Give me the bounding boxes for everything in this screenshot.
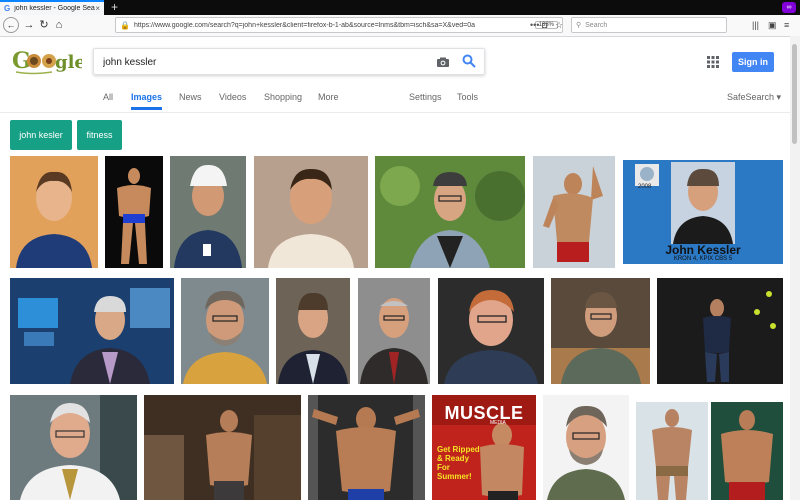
google-search-box: [93, 48, 485, 75]
address-bar[interactable]: 🔒 https://www.google.com/search?q=john+k…: [115, 17, 563, 33]
portrait-image: [10, 395, 137, 500]
google-favicon-icon: G: [4, 4, 11, 13]
portrait-image: [170, 156, 246, 268]
image-thumbnail[interactable]: [170, 156, 246, 268]
tab-close-icon[interactable]: ×: [95, 4, 100, 13]
portrait-image: [10, 156, 98, 268]
portrait-image: [543, 395, 629, 500]
new-tab-button[interactable]: +: [111, 0, 118, 15]
chevron-down-icon: ▾: [774, 92, 782, 102]
card-subtitle: KRON 4, KPIX CBS 5: [673, 256, 733, 262]
search-input[interactable]: [103, 53, 423, 71]
search-type-tabs: All Images News Videos Shopping More Set…: [0, 84, 800, 113]
back-arrow-icon[interactable]: ←: [3, 17, 19, 33]
bookmark-star-icon[interactable]: ☆: [555, 17, 563, 33]
tab-images[interactable]: Images: [131, 92, 163, 110]
pocket-icon[interactable]: ◘: [542, 17, 547, 33]
library-icon[interactable]: |||: [752, 17, 759, 33]
image-thumbnail[interactable]: [543, 395, 629, 500]
safesearch-label: SafeSearch: [727, 92, 775, 102]
sidebar-icon[interactable]: ▣: [768, 17, 777, 33]
magazine-title: MUSCLE: [444, 403, 524, 423]
portrait-image: [551, 278, 650, 384]
search-icon: ⚲: [576, 22, 582, 29]
image-thumbnail[interactable]: [10, 278, 174, 384]
image-thumbnail[interactable]: [438, 278, 544, 384]
tab-shopping[interactable]: Shopping: [264, 92, 302, 102]
image-thumbnail[interactable]: [533, 156, 615, 268]
home-icon[interactable]: ⌂: [53, 17, 65, 33]
image-thumbnail[interactable]: [711, 402, 783, 500]
svg-text:gle: gle: [55, 52, 82, 73]
image-thumbnail[interactable]: [144, 395, 301, 500]
apps-grid-icon[interactable]: [707, 56, 719, 68]
forward-arrow-icon[interactable]: →: [23, 17, 35, 33]
sign-in-button[interactable]: Sign in: [732, 52, 774, 72]
news-anchor-image: [10, 278, 174, 384]
lock-icon: 🔒: [120, 20, 130, 30]
bodybuilder-image: [711, 402, 783, 500]
image-thumbnail[interactable]: [10, 156, 98, 268]
portrait-image: [254, 156, 368, 268]
bodybuilder-image: [308, 395, 425, 500]
browser-search-placeholder: Search: [585, 21, 608, 29]
portrait-image: [375, 156, 525, 268]
safesearch-menu[interactable]: SafeSearch ▾: [727, 92, 781, 103]
settings-link[interactable]: Settings: [409, 92, 442, 102]
page-actions-icon[interactable]: •••: [530, 17, 539, 33]
browser-tab-strip: G john kessler - Google Search × + ∞: [0, 0, 800, 15]
tab-more[interactable]: More: [318, 92, 339, 102]
image-thumbnail[interactable]: [308, 395, 425, 500]
tab-videos[interactable]: Videos: [219, 92, 246, 102]
card-name: John Kessler: [665, 243, 741, 257]
chip-fitness[interactable]: fitness: [77, 120, 122, 150]
browser-toolbar: ← → ↻ ⌂ 🔒 https://www.google.com/search?…: [0, 15, 800, 37]
image-thumbnail[interactable]: [636, 402, 708, 500]
bodybuilder-image: [105, 156, 163, 268]
image-thumbnail[interactable]: [105, 156, 163, 268]
chip-john-kesler[interactable]: john kesler: [10, 120, 72, 150]
portrait-image: [438, 278, 544, 384]
card-year: 2008: [638, 184, 652, 190]
url-text: https://www.google.com/search?q=john+kes…: [133, 21, 476, 29]
camera-icon[interactable]: [436, 55, 450, 69]
google-logo[interactable]: G gle: [12, 46, 82, 76]
image-thumbnail[interactable]: [181, 278, 269, 384]
image-thumbnail[interactable]: [10, 395, 137, 500]
bodybuilder-image: [533, 156, 615, 268]
tools-link[interactable]: Tools: [457, 92, 478, 102]
image-thumbnail[interactable]: [657, 278, 783, 384]
browser-tab[interactable]: G john kessler - Google Search ×: [0, 0, 104, 15]
magazine-subtitle: MEDIA: [490, 420, 506, 426]
menu-icon[interactable]: ≡: [784, 17, 789, 33]
reload-icon[interactable]: ↻: [38, 17, 50, 33]
image-thumbnail[interactable]: [375, 156, 525, 268]
image-thumbnail[interactable]: [276, 278, 350, 384]
image-thumbnail[interactable]: [358, 278, 430, 384]
image-thumbnail[interactable]: [551, 278, 650, 384]
magazine-headline: Get Ripped & Ready For Summer!: [437, 445, 480, 481]
bodybuilder-image: [636, 402, 708, 500]
portrait-image: [276, 278, 350, 384]
tab-all[interactable]: All: [103, 92, 113, 102]
portrait-image: [181, 278, 269, 384]
private-mask-icon: ∞: [782, 2, 796, 13]
bodybuilder-image: [144, 395, 301, 500]
image-thumbnail[interactable]: [254, 156, 368, 268]
fitness-image: [657, 278, 783, 384]
search-icon[interactable]: [462, 54, 476, 68]
portrait-image: [358, 278, 430, 384]
tab-title: john kessler - Google Search: [14, 5, 95, 12]
browser-search-box[interactable]: ⚲ Search: [571, 17, 727, 33]
tab-news[interactable]: News: [179, 92, 202, 102]
scrollbar-thumb[interactable]: [792, 44, 797, 144]
